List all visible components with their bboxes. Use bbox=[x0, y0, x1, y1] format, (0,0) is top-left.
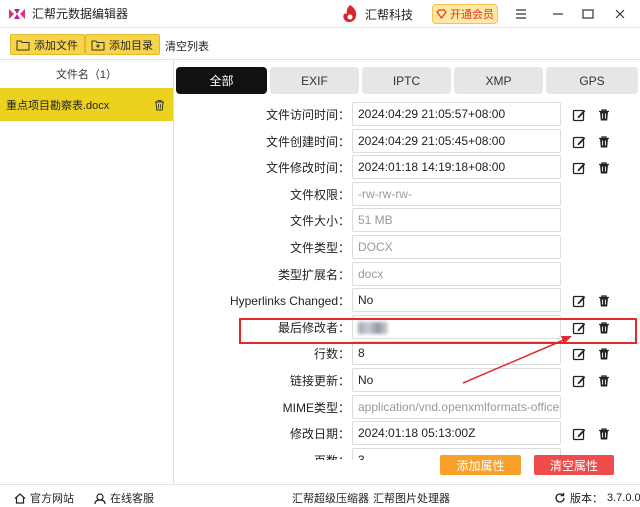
maximize-icon[interactable] bbox=[578, 5, 598, 23]
property-value-field[interactable]: 8 bbox=[352, 341, 561, 366]
folder-icon bbox=[16, 40, 30, 50]
category-tabs: 全部 EXIF IPTC XMP GPS bbox=[176, 67, 638, 94]
property-label: 文件访问时间： bbox=[265, 108, 350, 122]
tab-gps[interactable]: GPS bbox=[546, 67, 638, 94]
clear-properties-button[interactable]: 清空属性 bbox=[534, 455, 614, 475]
property-row: 文件创建时间： 2024:04:29 21:05:45+08:00 bbox=[176, 127, 640, 153]
property-value-field: application/vnd.openxmlformats-officedoc… bbox=[352, 394, 561, 419]
diamond-icon bbox=[436, 9, 447, 19]
property-label: 修改日期： bbox=[289, 427, 350, 442]
add-file-label: 添加文件 bbox=[34, 39, 78, 52]
property-list: 文件访问时间： 2024:04:29 21:05:57+08:00 文件创建时间： 2… bbox=[176, 100, 640, 460]
brand-name: 汇帮科技 bbox=[365, 7, 414, 22]
support-label: 在线客服 bbox=[110, 493, 154, 505]
title-bar: 汇帮元数据编辑器 bbox=[0, 0, 640, 28]
trash-icon[interactable] bbox=[597, 294, 611, 308]
website-link[interactable]: 官方网站 bbox=[14, 490, 74, 506]
trash-icon[interactable] bbox=[597, 427, 611, 441]
property-row: 链接更新： No bbox=[176, 366, 640, 392]
property-row: 文件大小： 51 MB bbox=[176, 206, 640, 233]
trash-icon[interactable] bbox=[154, 99, 165, 111]
add-property-button[interactable]: 添加属性 bbox=[440, 455, 521, 475]
edit-icon[interactable] bbox=[572, 161, 586, 175]
property-row: Hyperlinks Changed： No bbox=[176, 286, 640, 313]
tab-exif[interactable]: EXIF bbox=[270, 67, 359, 94]
add-file-button[interactable]: 添加文件 bbox=[10, 34, 85, 55]
property-label: 文件类型： bbox=[289, 241, 350, 255]
home-icon bbox=[14, 492, 26, 504]
brand-logo-icon bbox=[343, 5, 357, 22]
property-label: 文件权限： bbox=[289, 187, 350, 202]
toolbar: 添加文件 添加目录 清空列表 bbox=[0, 28, 640, 60]
property-label: 类型扩展名： bbox=[277, 267, 350, 282]
property-value-field: -rw-rw-rw- bbox=[352, 181, 561, 206]
file-name: 重点项目勘察表.docx bbox=[6, 99, 110, 112]
property-label: 文件修改时间： bbox=[265, 161, 350, 176]
edit-icon[interactable] bbox=[572, 427, 586, 441]
property-value-field[interactable]: 2024:04:29 21:05:45+08:00 bbox=[352, 128, 561, 153]
version-number: 3.7.0.0 bbox=[607, 492, 640, 504]
property-row: 文件修改时间： 2024:01:18 14:19:18+08:00 bbox=[176, 153, 640, 180]
edit-icon[interactable] bbox=[572, 294, 586, 308]
edit-icon[interactable] bbox=[572, 347, 586, 361]
property-label: Hyperlinks Changed： bbox=[229, 294, 350, 309]
brand: 汇帮科技 bbox=[341, 4, 413, 24]
compressor-link[interactable]: 汇帮超级压缩器 bbox=[292, 490, 369, 506]
vip-button[interactable]: 开通会员 bbox=[432, 4, 498, 24]
edit-icon[interactable] bbox=[572, 108, 586, 122]
property-row: 类型扩展名： docx bbox=[176, 260, 640, 286]
menu-icon[interactable] bbox=[511, 5, 531, 23]
vip-label: 开通会员 bbox=[450, 9, 494, 21]
support-link[interactable]: 在线客服 bbox=[94, 490, 154, 506]
app-title: 汇帮元数据编辑器 bbox=[32, 7, 129, 21]
image-tool-link[interactable]: 汇帮图片处理器 bbox=[373, 490, 450, 506]
property-value-field: 51 MB bbox=[352, 208, 561, 233]
property-value-field: DOCX bbox=[352, 235, 561, 259]
trash-icon[interactable] bbox=[597, 161, 611, 175]
property-value-field: docx bbox=[352, 261, 561, 286]
property-row: 文件类型： DOCX bbox=[176, 233, 640, 259]
file-list-item[interactable]: 重点项目勘察表.docx bbox=[0, 88, 173, 121]
add-dir-button[interactable]: 添加目录 bbox=[85, 34, 160, 55]
property-value-field[interactable]: 2024:01:18 05:13:00Z bbox=[352, 421, 561, 446]
edit-icon[interactable] bbox=[572, 374, 586, 388]
property-row: 修改日期： 2024:01:18 05:13:00Z bbox=[176, 419, 640, 446]
minimize-icon[interactable] bbox=[548, 5, 568, 23]
app-logo-icon bbox=[9, 8, 25, 19]
website-label: 官方网站 bbox=[30, 493, 74, 505]
property-value-field[interactable]: 2024:01:18 14:19:18+08:00 bbox=[352, 155, 561, 180]
add-dir-label: 添加目录 bbox=[109, 39, 153, 52]
property-row: 文件访问时间： 2024:04:29 21:05:57+08:00 bbox=[176, 100, 640, 126]
property-value-field[interactable]: No bbox=[352, 368, 561, 392]
tab-xmp[interactable]: XMP bbox=[454, 67, 543, 94]
tab-iptc[interactable]: IPTC bbox=[362, 67, 451, 94]
trash-icon[interactable] bbox=[597, 135, 611, 149]
version-info: 版本： 3.7.0.0 bbox=[554, 490, 640, 506]
property-value-field[interactable]: No bbox=[352, 288, 561, 313]
property-label: 行数： bbox=[313, 347, 350, 362]
property-value-field[interactable]: 2024:04:29 21:05:57+08:00 bbox=[352, 102, 561, 126]
property-label: MIME类型： bbox=[282, 400, 350, 415]
trash-icon[interactable] bbox=[597, 374, 611, 388]
headset-icon bbox=[94, 492, 106, 504]
property-label: 链接更新： bbox=[289, 374, 350, 388]
refresh-icon[interactable] bbox=[554, 492, 566, 504]
close-icon[interactable] bbox=[610, 5, 630, 23]
property-label: 文件大小： bbox=[289, 214, 350, 229]
trash-icon[interactable] bbox=[597, 108, 611, 122]
property-label: 页数： bbox=[314, 452, 350, 460]
file-sidebar: 文件名（1） 重点项目勘察表.docx bbox=[0, 60, 174, 484]
clear-list-button[interactable]: 清空列表 bbox=[165, 38, 209, 54]
file-list-header: 文件名（1） bbox=[55, 69, 118, 81]
version-label: 版本： bbox=[570, 493, 603, 505]
property-row: 文件权限： -rw-rw-rw- bbox=[176, 180, 640, 206]
property-label: 文件创建时间： bbox=[265, 134, 350, 149]
trash-icon[interactable] bbox=[597, 347, 611, 361]
folder-plus-icon bbox=[91, 40, 105, 50]
highlight-box bbox=[239, 318, 637, 344]
status-bar: 官方网站 在线客服 汇帮超级压缩器 汇帮图片处理器 版本： 3.7.0.0 bbox=[0, 484, 640, 507]
property-row: MIME类型： application/vnd.openxmlformats-of… bbox=[176, 393, 640, 419]
tab-all[interactable]: 全部 bbox=[176, 67, 267, 94]
edit-icon[interactable] bbox=[572, 135, 586, 149]
